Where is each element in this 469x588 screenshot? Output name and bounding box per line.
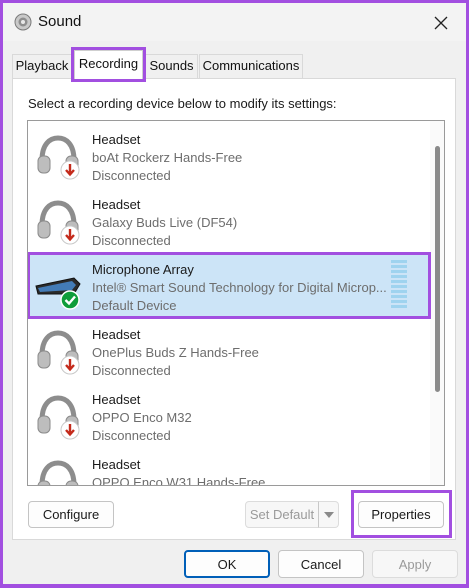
default-checkmark-icon [60, 290, 80, 310]
device-list[interactable]: Headset boAt Rockerz Hands-Free Disconne… [27, 120, 445, 486]
device-row[interactable]: Headset OPPO Enco M32 Disconnected [28, 383, 430, 448]
device-row[interactable]: Headset OPPO Enco W31 Hands-Free [28, 448, 430, 486]
window-title: Sound [38, 13, 82, 30]
chevron-down-icon [323, 511, 334, 518]
set-default-button[interactable]: Set Default [245, 501, 319, 528]
device-description: Galaxy Buds Live (DF54) [92, 215, 238, 230]
device-status: Disconnected [92, 428, 171, 443]
recording-panel: Select a recording device below to modif… [12, 78, 456, 540]
ok-button[interactable]: OK [184, 550, 270, 578]
device-description: Intel® Smart Sound Technology for Digita… [92, 280, 387, 295]
close-button[interactable] [427, 10, 455, 36]
device-description: boAt Rockerz Hands-Free [92, 150, 243, 165]
properties-button[interactable]: Properties [358, 501, 444, 528]
scroll-thumb[interactable] [435, 146, 440, 392]
tab-playback[interactable]: Playback [12, 54, 72, 78]
headset-icon [37, 330, 80, 375]
device-row[interactable]: Headset boAt Rockerz Hands-Free Disconne… [28, 123, 430, 188]
device-name: Headset [92, 197, 141, 212]
device-row-selected[interactable]: Microphone Array Intel® Smart Sound Tech… [28, 252, 431, 319]
tab-sounds[interactable]: Sounds [145, 54, 198, 78]
device-name: Headset [92, 457, 141, 472]
device-status: Disconnected [92, 233, 171, 248]
device-row[interactable]: Headset Galaxy Buds Live (DF54) Disconne… [28, 188, 430, 253]
device-description: OnePlus Buds Z Hands-Free [92, 345, 259, 360]
disconnected-arrow-icon [60, 225, 80, 245]
speaker-icon [14, 13, 32, 31]
cancel-button[interactable]: Cancel [278, 550, 364, 578]
device-status: Default Device [92, 298, 177, 313]
headset-icon [37, 460, 79, 485]
headset-icon [37, 200, 80, 245]
disconnected-arrow-icon [60, 355, 80, 375]
apply-button[interactable]: Apply [372, 550, 458, 578]
instruction-text: Select a recording device below to modif… [28, 96, 337, 111]
device-row[interactable]: Headset OnePlus Buds Z Hands-Free Discon… [28, 318, 430, 383]
disconnected-arrow-icon [60, 160, 80, 180]
configure-button[interactable]: Configure [28, 501, 114, 528]
microphone-array-icon [35, 277, 81, 310]
headset-icon [37, 135, 80, 180]
tab-recording[interactable]: Recording [71, 47, 146, 82]
headset-icon [37, 395, 80, 440]
device-description: OPPO Enco M32 [92, 410, 192, 425]
device-name: Headset [92, 132, 141, 147]
level-meter [391, 260, 407, 312]
device-name: Microphone Array [92, 262, 194, 277]
device-status: Disconnected [92, 363, 171, 378]
disconnected-arrow-icon [60, 420, 80, 440]
set-default-dropdown[interactable] [318, 501, 339, 528]
title-bar: Sound [3, 3, 466, 41]
device-list-scrollbar[interactable] [430, 121, 444, 485]
sound-dialog: Sound Playback Recording Sounds Communic… [3, 3, 466, 584]
tab-communications[interactable]: Communications [199, 54, 303, 78]
device-status: Disconnected [92, 168, 171, 183]
device-name: Headset [92, 392, 141, 407]
device-name: Headset [92, 327, 141, 342]
close-icon [434, 16, 448, 30]
device-description: OPPO Enco W31 Hands-Free [92, 475, 266, 486]
